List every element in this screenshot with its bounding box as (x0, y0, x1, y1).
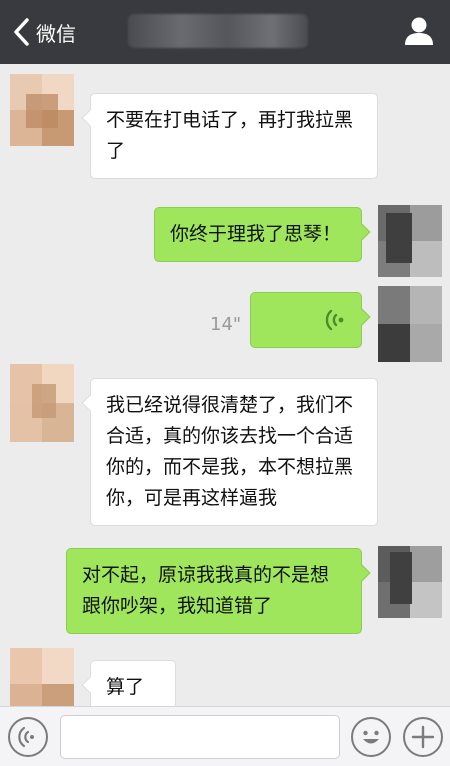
top-bar: 微信 (0, 0, 450, 64)
my-avatar[interactable] (378, 546, 442, 618)
voice-wave-icon (325, 309, 344, 331)
chevron-left-icon (14, 18, 29, 46)
more-button[interactable] (403, 717, 443, 757)
voice-duration: 14" (210, 314, 242, 335)
voice-message-bubble[interactable] (250, 292, 371, 348)
contact-avatar[interactable] (10, 364, 74, 442)
message-bubble-outgoing[interactable]: 对不起，原谅我我真的不是想 跟你吵架，我知道错了 (66, 548, 371, 634)
message-bubble-outgoing[interactable]: 你终于理我了思琴！ (154, 207, 371, 262)
contact-avatar[interactable] (10, 648, 74, 706)
back-label: 微信 (36, 21, 76, 46)
person-icon[interactable] (404, 16, 434, 46)
emoji-button[interactable] (351, 717, 391, 757)
back-button[interactable]: 微信 (10, 14, 76, 50)
message-input[interactable] (60, 715, 340, 759)
message-text: 算了吧 (106, 676, 145, 698)
emoji-icon (363, 730, 379, 744)
chat-area[interactable]: 不要在打电话了，再打我拉黑 了 你终于理我了思琴！ 14" 我已经说得很清楚了，… (0, 64, 450, 706)
contact-avatar[interactable] (10, 74, 74, 146)
message-text: 你终于理我了思琴！ (170, 223, 342, 245)
message-bubble-incoming[interactable]: 不要在打电话了，再打我拉黑 了 (81, 93, 378, 179)
message-text: 对不起，原谅我我真的不是想 跟你吵架，我知道错了 (82, 564, 330, 617)
voice-mode-icon (18, 726, 34, 748)
plus-icon (411, 725, 435, 749)
my-avatar[interactable] (378, 286, 442, 362)
input-bar (0, 706, 450, 766)
message-bubble-incoming[interactable]: 我已经说得很清楚了，我们不 合适，真的你该去找一个合适 你的，而不是我，本不想拉… (81, 378, 378, 526)
chat-title-blurred (128, 14, 308, 48)
message-text: 我已经说得很清楚了，我们不 合适，真的你该去找一个合适 你的，而不是我，本不想拉… (106, 394, 354, 509)
message-text: 不要在打电话了，再打我拉黑 了 (106, 109, 354, 162)
message-bubble-incoming[interactable]: 算了吧 (81, 660, 176, 706)
voice-mode-button[interactable] (8, 717, 48, 757)
my-avatar[interactable] (378, 205, 442, 277)
